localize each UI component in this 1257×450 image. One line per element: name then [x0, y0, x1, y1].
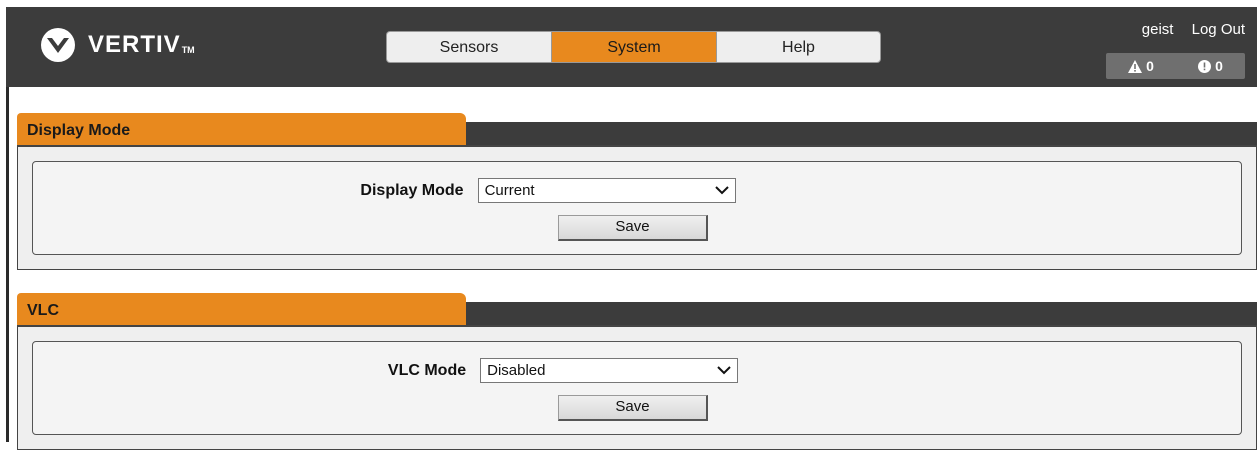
alarm-summary: 0 0: [1106, 53, 1245, 79]
left-border: [6, 87, 9, 442]
user-links: geist Log Out: [1128, 21, 1245, 38]
section-title: VLC: [17, 293, 466, 325]
vertiv-logo-icon: [41, 28, 75, 62]
section-body: VLC Mode Disabled Save: [17, 325, 1257, 450]
tab-sensors[interactable]: Sensors: [386, 31, 551, 63]
vlc-mode-value: Disabled: [487, 362, 546, 379]
critical-alarm-counter[interactable]: 0: [1198, 58, 1223, 74]
vlc-mode-label: VLC Mode: [387, 361, 467, 379]
tab-system[interactable]: System: [551, 31, 716, 63]
chevron-down-icon: [717, 366, 731, 375]
vlc-mode-select[interactable]: Disabled: [480, 358, 739, 383]
brand-name: VERTIV: [88, 31, 181, 58]
vlc-save-button[interactable]: Save: [558, 395, 708, 421]
section-header-bar: [457, 302, 1257, 325]
display-mode-label: Display Mode: [360, 181, 464, 199]
top-header: VERTIV TM Sensors System Help geist Log …: [6, 7, 1257, 87]
display-mode-panel: Display Mode Current Save: [32, 161, 1242, 255]
section-header: Display Mode: [17, 113, 1257, 145]
section-body: Display Mode Current Save: [17, 145, 1257, 270]
vlc-section: VLC VLC Mode Disabled Save: [17, 293, 1257, 450]
main-nav: Sensors System Help: [386, 31, 881, 63]
display-mode-section: Display Mode Display Mode Current Save: [17, 113, 1257, 270]
vlc-mode-row: VLC Mode Disabled: [33, 358, 1241, 383]
brand-trademark: TM: [181, 45, 195, 55]
vertiv-logo[interactable]: VERTIV TM: [40, 27, 195, 63]
logout-link[interactable]: Log Out: [1192, 21, 1245, 38]
exclamation-circle-icon: [1198, 59, 1212, 73]
critical-count: 0: [1215, 58, 1223, 74]
section-title: Display Mode: [17, 113, 466, 145]
chevron-down-icon: [714, 186, 729, 195]
warning-alarm-counter[interactable]: 0: [1128, 58, 1154, 74]
warning-count: 0: [1146, 58, 1154, 74]
section-header-bar: [457, 122, 1257, 145]
user-name-link[interactable]: geist: [1142, 21, 1174, 38]
display-mode-row: Display Mode Current: [33, 178, 1241, 203]
display-mode-select[interactable]: Current: [477, 178, 736, 203]
vlc-panel: VLC Mode Disabled Save: [32, 341, 1242, 435]
section-header: VLC: [17, 293, 1257, 325]
warning-icon: [1128, 59, 1143, 73]
display-mode-value: Current: [484, 182, 535, 199]
tab-help[interactable]: Help: [716, 31, 881, 63]
display-mode-save-button[interactable]: Save: [558, 215, 708, 241]
